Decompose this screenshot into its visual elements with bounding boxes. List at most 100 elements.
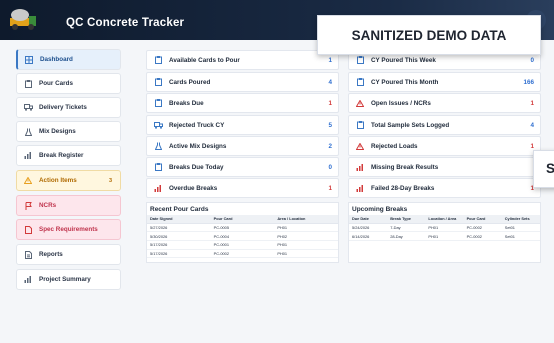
sidebar-item-reports[interactable]: Reports [16,244,121,265]
column-header[interactable]: Location / Area [425,215,464,224]
bar-chart-icon [349,163,371,171]
sidebar-item-pour-cards[interactable]: Pour Cards [16,73,121,94]
upcoming-breaks-panel: Upcoming Breaks Due Date Break Type Loca… [348,202,541,263]
flag-icon [17,201,39,210]
table-cell: PC-0002 [210,249,275,259]
table-cell: PC-0005 [210,223,275,233]
document-icon [17,250,39,259]
column-header[interactable]: Cylinder Sets [501,215,540,224]
sidebar-item-label: Project Summary [39,276,91,283]
column-header[interactable]: Area / Location [274,215,338,224]
column-header[interactable]: Pour Card [463,215,502,224]
table-row[interactable]: 5/17/2026 PC-0001 PH01 [147,240,338,250]
warning-icon [17,177,39,184]
table-row[interactable]: 5/30/2026 PC-0004 PH02 [147,231,338,241]
sidebar-item-ncrs[interactable]: NCRs [16,195,121,216]
flask-icon [17,128,39,136]
table-cell: PH01 [274,249,338,259]
sidebar-item-label: Action Items [39,177,77,184]
table-cell: 5/17/2026 [147,249,211,259]
panel-title: Upcoming Breaks [352,206,408,213]
table-cell: 5/24/2026 [349,223,388,233]
recent-pour-cards-panel: Recent Pour Cards Date Signed Pour Card … [146,202,339,263]
column-header[interactable]: Pour Card [210,215,275,224]
table-cell: Set01 [501,231,540,241]
table-row[interactable]: 5/24/2026 7-Day PH01 PC-0002 Set01 [349,223,540,233]
table-cell: PH02 [274,231,338,241]
sidebar-item-label: Reports [39,251,63,258]
sidebar-item-project-summary[interactable]: Project Summary [16,269,121,290]
clipboard-icon [349,121,371,129]
sidebar-item-label: Break Register [39,152,84,159]
stat-card-breaks-due-today[interactable]: Breaks Due Today 0 [146,157,339,177]
bar-chart-icon [17,276,39,283]
sidebar-item-action-items[interactable]: Action Items 3 [16,170,121,191]
stat-label: Breaks Due Today [169,163,224,171]
stat-label: Cards Poured [169,78,211,86]
stat-card-cy-poured-month[interactable]: CY Poured This Month 166 [348,72,541,92]
column-header[interactable]: Break Type [387,215,426,224]
table-cell: Set01 [501,223,540,233]
stat-card-rejected-loads[interactable]: Rejected Loads 1 [348,136,541,156]
stat-card-overdue-breaks[interactable]: Overdue Breaks 1 [146,178,339,198]
table-cell: 6/14/2026 [349,231,388,241]
table-row[interactable]: 6/14/2026 28-Day PH01 PC-0002 Set01 [349,231,540,241]
stat-label: Failed 28-Day Breaks [371,184,435,192]
table-cell: PH01 [425,231,464,241]
clipboard-icon [349,56,371,64]
column-header[interactable]: Due Date [349,215,388,224]
table-row[interactable]: 5/27/2026 PC-0005 PH01 [147,223,338,233]
table-cell: 5/30/2026 [147,231,211,241]
sidebar-item-mix-designs[interactable]: Mix Designs [16,121,121,142]
stat-card-cards-poured[interactable]: Cards Poured 4 [146,72,339,92]
clipboard-icon [17,79,39,88]
clipboard-icon [147,56,169,64]
truck-icon [147,121,169,129]
stat-value: 4 [530,121,534,129]
stat-label: Active Mix Designs [169,142,227,150]
stat-value: 5 [328,121,332,129]
stat-value: 1 [328,184,332,192]
table-cell: PC-0002 [463,223,502,233]
table-cell: PC-0002 [463,231,502,241]
clipboard-icon [349,78,371,86]
stat-label: Overdue Breaks [169,184,218,192]
stat-card-breaks-due[interactable]: Breaks Due 1 [146,93,339,113]
stat-value: 2 [328,142,332,150]
stat-card-total-sample-sets[interactable]: Total Sample Sets Logged 4 [348,115,541,135]
stat-value: 0 [530,56,534,64]
concrete-mixer-truck-icon [10,9,36,30]
bar-chart-icon [17,152,39,159]
table-cell: 7-Day [387,223,426,233]
stat-card-failed-28-day-breaks[interactable]: Failed 28-Day Breaks 1 [348,178,541,198]
sidebar-item-spec-requirements[interactable]: Spec Requirements [16,219,121,240]
column-header[interactable]: Date Signed [147,215,211,224]
sidebar-item-label: Dashboard [40,56,73,63]
stat-label: Open Issues / NCRs [371,99,431,107]
sidebar-item-label: Delivery Tickets [39,104,87,111]
sidebar-item-break-register[interactable]: Break Register [16,145,121,166]
stat-label: Breaks Due [169,99,204,107]
sidebar-item-label: Mix Designs [39,128,76,135]
sidebar-item-dashboard[interactable]: Dashboard [16,49,121,70]
sidebar-item-label: Spec Requirements [39,226,98,233]
stat-label: Total Sample Sets Logged [371,121,450,129]
recent-pour-cards-table: Date Signed Pour Card Area / Location 5/… [147,215,338,259]
stat-card-rejected-truck-cy[interactable]: Rejected Truck CY 5 [146,115,339,135]
stat-card-open-issues[interactable]: Open Issues / NCRs 1 [348,93,541,113]
action-items-count-badge: 3 [108,177,112,184]
stat-label: Rejected Loads [371,142,418,150]
sidebar-item-delivery-tickets[interactable]: Delivery Tickets [16,97,121,118]
clipboard-icon [147,99,169,107]
table-cell: 5/17/2026 [147,240,211,250]
stat-card-available-cards[interactable]: Available Cards to Pour 1 [146,50,339,70]
table-cell: 5/27/2026 [147,223,211,233]
clipboard-icon [147,163,169,171]
table-cell: PH01 [425,223,464,233]
table-row[interactable]: 5/17/2026 PC-0002 PH01 [147,249,338,259]
table-cell: PH01 [274,223,338,233]
stat-card-missing-break-results[interactable]: Missing Break Results [348,157,541,177]
stat-value: 1 [328,99,332,107]
stat-label: CY Poured This Month [371,78,439,86]
stat-card-active-mix-designs[interactable]: Active Mix Designs 2 [146,136,339,156]
